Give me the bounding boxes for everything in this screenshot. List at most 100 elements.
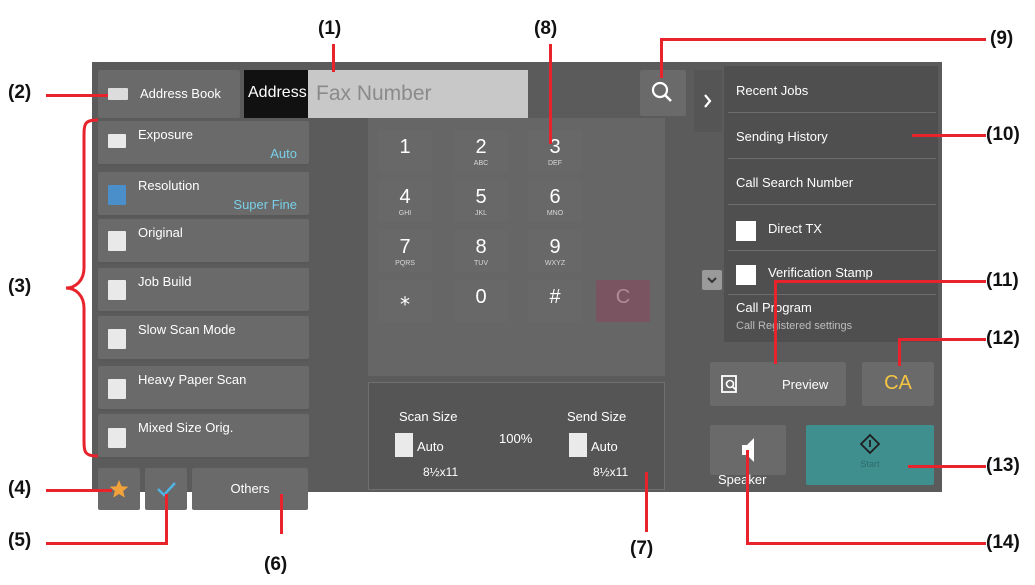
others-label: Others: [230, 481, 270, 496]
verification-stamp-checkbox[interactable]: [736, 265, 756, 285]
original-label: Original: [138, 225, 183, 240]
speaker-label: Speaker: [718, 472, 767, 487]
preview-icon: [721, 375, 737, 393]
mixed-size-orig-button[interactable]: Mixed Size Orig.: [98, 414, 309, 459]
key-4-letters: GHI: [398, 210, 412, 217]
address-book-button[interactable]: Address Book: [98, 70, 240, 118]
address-book-icon: [108, 88, 128, 100]
key-asterisk-symbol: ⁎: [400, 288, 410, 310]
callout-12: (12): [986, 328, 1020, 349]
resolution-icon: [108, 185, 126, 205]
key-7[interactable]: 7 PQRS: [378, 230, 432, 272]
callout-line-13: [908, 465, 986, 468]
scan-paper-size: 8½x11: [423, 465, 459, 479]
callout-line-14b: [746, 450, 749, 545]
mixed-size-icon: [108, 428, 126, 448]
key-6-digit: 6: [549, 186, 561, 208]
exposure-label: Exposure: [138, 127, 193, 142]
resolution-button[interactable]: Resolution Super Fine: [98, 172, 309, 217]
address-book-label: Address Book: [140, 86, 221, 101]
callout-line-4: [46, 489, 112, 492]
others-button[interactable]: Others: [192, 468, 308, 510]
clear-key[interactable]: C: [596, 280, 650, 322]
callout-line-9a: [660, 38, 986, 41]
start-button[interactable]: Start: [806, 425, 934, 485]
direct-tx-checkbox[interactable]: [736, 221, 756, 241]
copy-ratio: 100%: [499, 431, 533, 446]
send-size-value: Auto: [591, 439, 618, 454]
job-build-label: Job Build: [138, 274, 192, 289]
callout-8: (8): [534, 18, 558, 39]
ca-button[interactable]: CA: [862, 362, 934, 406]
key-8[interactable]: 8 TUV: [454, 230, 508, 272]
direct-tx-label: Direct TX: [768, 221, 822, 236]
key-1[interactable]: 1: [378, 130, 432, 172]
heavy-paper-label: Heavy Paper Scan: [138, 372, 247, 387]
key-9[interactable]: 9 WXYZ: [528, 230, 582, 272]
scroll-down-button[interactable]: [702, 270, 722, 290]
job-build-button[interactable]: Job Build: [98, 268, 309, 313]
callout-13: (13): [986, 455, 1020, 476]
original-button[interactable]: Original: [98, 219, 309, 264]
slow-scan-label: Slow Scan Mode: [138, 322, 236, 337]
send-size-label: Send Size: [567, 409, 627, 424]
callout-brace-3: [65, 118, 99, 458]
key-1-digit: 1: [399, 136, 411, 158]
recent-jobs-label: Recent Jobs: [736, 83, 809, 98]
send-paper-size: 8½x11: [593, 465, 629, 479]
resolution-value: Super Fine: [233, 197, 297, 212]
search-button[interactable]: [640, 70, 686, 116]
slow-scan-icon: [108, 329, 126, 349]
callout-14: (14): [986, 532, 1020, 553]
key-2-digit: 2: [475, 136, 487, 158]
callout-line-1: [332, 44, 335, 72]
scan-paper-icon: [395, 433, 413, 457]
callout-line-11b: [774, 280, 777, 364]
key-6[interactable]: 6 MNO: [528, 180, 582, 222]
key-4[interactable]: 4 GHI: [378, 180, 432, 222]
heavy-paper-scan-button[interactable]: Heavy Paper Scan: [98, 366, 309, 411]
reception-memory-label: reception memory:: [404, 490, 512, 505]
callout-4: (4): [8, 478, 32, 499]
search-icon: [651, 81, 672, 102]
verification-stamp-item[interactable]: Verification Stamp: [728, 250, 936, 295]
key-5[interactable]: 5 JKL: [454, 180, 508, 222]
direct-tx-item[interactable]: Direct TX: [728, 206, 936, 251]
key-2[interactable]: 2 ABC: [454, 130, 508, 172]
key-0[interactable]: 0: [454, 280, 508, 322]
send-paper-icon: [569, 433, 587, 457]
callout-6: (6): [264, 554, 288, 575]
call-program-item[interactable]: Call Program Call Registered settings: [728, 294, 936, 338]
key-2-letters: ABC: [473, 160, 489, 167]
address-label: Address: [244, 70, 308, 118]
scan-send-info: Scan Size Send Size Auto 100% Auto 8½x11…: [368, 382, 665, 490]
key-7-letters: PQRS: [395, 260, 415, 267]
resolution-label: Resolution: [138, 178, 200, 193]
sending-history-label: Sending History: [736, 129, 828, 144]
key-hash-symbol: #: [549, 286, 561, 308]
sending-history-item[interactable]: Sending History: [728, 114, 936, 159]
call-search-number-item[interactable]: Call Search Number: [728, 160, 936, 205]
callout-line-7: [645, 472, 648, 532]
address-label-text: Address: [248, 84, 307, 101]
exposure-button[interactable]: Exposure Auto: [98, 121, 309, 166]
callout-2: (2): [8, 82, 32, 103]
action-panel-toggle[interactable]: [694, 70, 722, 132]
recent-jobs-item[interactable]: Recent Jobs: [728, 68, 936, 113]
reception-memory-value: 0%: [576, 490, 595, 505]
callout-9: (9): [990, 28, 1014, 49]
callout-line-8: [549, 44, 552, 144]
callout-7: (7): [630, 538, 654, 559]
key-3[interactable]: 3 DEF: [528, 130, 582, 172]
key-4-digit: 4: [399, 186, 411, 208]
slow-scan-mode-button[interactable]: Slow Scan Mode: [98, 316, 309, 361]
callout-5: (5): [8, 530, 32, 551]
callout-1: (1): [318, 18, 342, 39]
preview-button[interactable]: Preview: [710, 362, 846, 406]
fax-number-field[interactable]: Fax Number: [308, 70, 528, 118]
key-8-digit: 8: [475, 236, 487, 258]
key-asterisk[interactable]: ⁎: [378, 280, 432, 322]
call-registered-settings-label: Call Registered settings: [736, 320, 853, 332]
key-hash[interactable]: #: [528, 280, 582, 322]
exposure-value: Auto: [270, 146, 297, 161]
